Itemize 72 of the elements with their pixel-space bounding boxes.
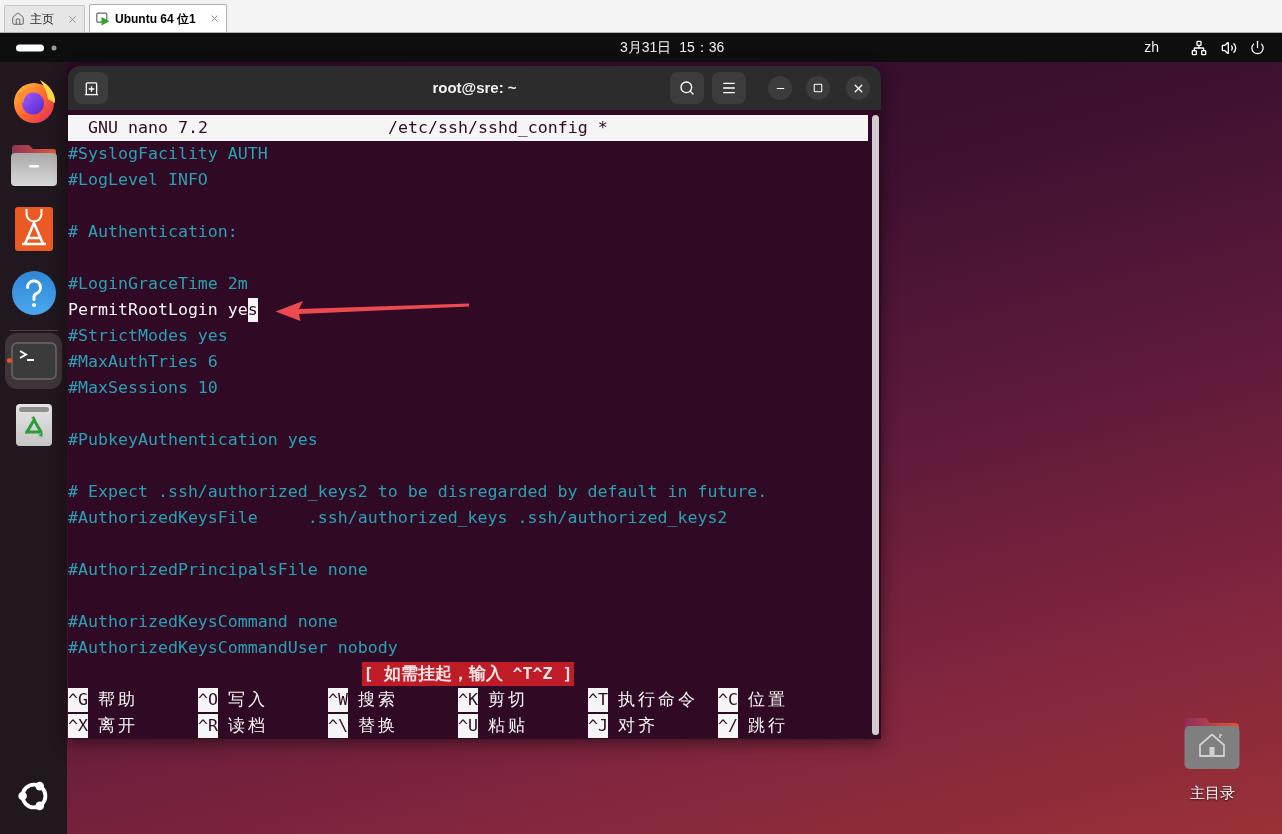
code-line: #LoginGraceTime 2m: [68, 273, 248, 295]
shortcut-label: 写入: [228, 689, 268, 711]
shortcut-key: ^W: [328, 688, 348, 712]
shortcut-label: 帮助: [98, 689, 138, 711]
shortcut-key: ^O: [198, 688, 218, 712]
dock-item-highlight[interactable]: [5, 333, 62, 389]
speaker-icon[interactable]: [1221, 39, 1237, 56]
input-method-indicator[interactable]: zh: [1144, 37, 1159, 58]
shortcut-key: ^G: [68, 688, 88, 712]
folder-icon[interactable]: [9, 143, 58, 187]
shortcut-key: ^R: [198, 714, 218, 738]
code-line: #AuthorizedKeysCommandUser nobody: [68, 637, 398, 659]
status-message: [ 如需挂起，输入 ^T^Z ]: [361, 662, 575, 686]
code-line: #PubkeyAuthentication yes: [68, 429, 318, 451]
shortcut-key: ^J: [588, 714, 608, 738]
shortcut-key: ^/: [718, 714, 738, 738]
new-tab-icon: [83, 80, 99, 96]
scrollbar[interactable]: [872, 115, 879, 735]
maximize-button[interactable]: [806, 76, 830, 100]
code-line: #AuthorizedPrincipalsFile none: [68, 559, 368, 581]
file-name: /etc/ssh/sshd_config *: [388, 117, 608, 139]
shortcut-label: 位置: [748, 689, 788, 711]
shortcut-label: 跳行: [748, 715, 788, 737]
workspace-indicator-icon[interactable]: [16, 43, 58, 52]
shortcut-label: 对齐: [618, 715, 658, 737]
shortcut-label: 粘贴: [488, 715, 528, 737]
code-line: #AuthorizedKeysFile .ssh/authorized_keys .ssh/authorized_keys2: [68, 507, 728, 529]
code-line: #LogLevel INFO: [68, 169, 208, 191]
terminal-icon: [10, 342, 57, 380]
shortcut-key: ^T: [588, 688, 608, 712]
code-line: # Authentication:: [68, 221, 238, 243]
shortcut-label: 搜索: [358, 689, 398, 711]
shortcut-label: 执行命令: [618, 689, 698, 711]
home-icon: [11, 12, 25, 26]
clock[interactable]: 3月31日 15：36: [620, 37, 725, 58]
code-line: #MaxSessions 10: [68, 377, 218, 399]
editor-version: GNU nano 7.2: [88, 117, 209, 139]
tab[interactable]: Ubuntu 64 位1: [89, 4, 227, 32]
home-folder-icon[interactable]: [1184, 716, 1240, 770]
trash-icon[interactable]: [14, 403, 53, 447]
code-line: #MaxAuthTries 6: [68, 351, 218, 373]
shortcut-label: 剪切: [488, 689, 528, 711]
shortcut-key: ^X: [68, 714, 88, 738]
power-icon[interactable]: [1250, 40, 1265, 55]
code-line: #AuthorizedKeysCommand none: [68, 611, 338, 633]
help-icon[interactable]: [10, 270, 57, 316]
shortcut-label: 离开: [98, 715, 138, 737]
code-line: PermitRootLogin ye: [68, 299, 248, 321]
menu-button[interactable]: [712, 72, 746, 104]
shortcut-label: 读档: [228, 715, 268, 737]
network-icon[interactable]: [1191, 39, 1207, 56]
shortcut-key: ^\: [328, 714, 348, 738]
shortcut-key: ^C: [718, 688, 738, 712]
shortcut-label: 替换: [358, 715, 398, 737]
tab[interactable]: 主页: [4, 5, 85, 32]
shopping-bag-icon[interactable]: [13, 206, 54, 252]
shortcut-key: ^K: [458, 688, 478, 712]
new-tab-button[interactable]: [74, 72, 108, 104]
close-icon[interactable]: [208, 13, 220, 24]
shortcut-key: ^U: [458, 714, 478, 738]
desktop-icon-label[interactable]: 主目录: [1189, 782, 1235, 805]
menu-icon: [721, 80, 737, 96]
search-button[interactable]: [670, 72, 704, 104]
text-cursor: s: [247, 298, 258, 322]
code-line: #SyslogFacility AUTH: [68, 143, 268, 165]
code-line: # Expect .ssh/authorized_keys2 to be disregarded by default in future.: [68, 481, 768, 503]
maximize-icon: [813, 83, 823, 93]
close-button[interactable]: [846, 76, 870, 100]
window-play-icon: [96, 11, 110, 26]
code-line: #StrictModes yes: [68, 325, 228, 347]
window-title: root@sre: ~: [432, 77, 517, 98]
search-icon: [679, 80, 695, 96]
